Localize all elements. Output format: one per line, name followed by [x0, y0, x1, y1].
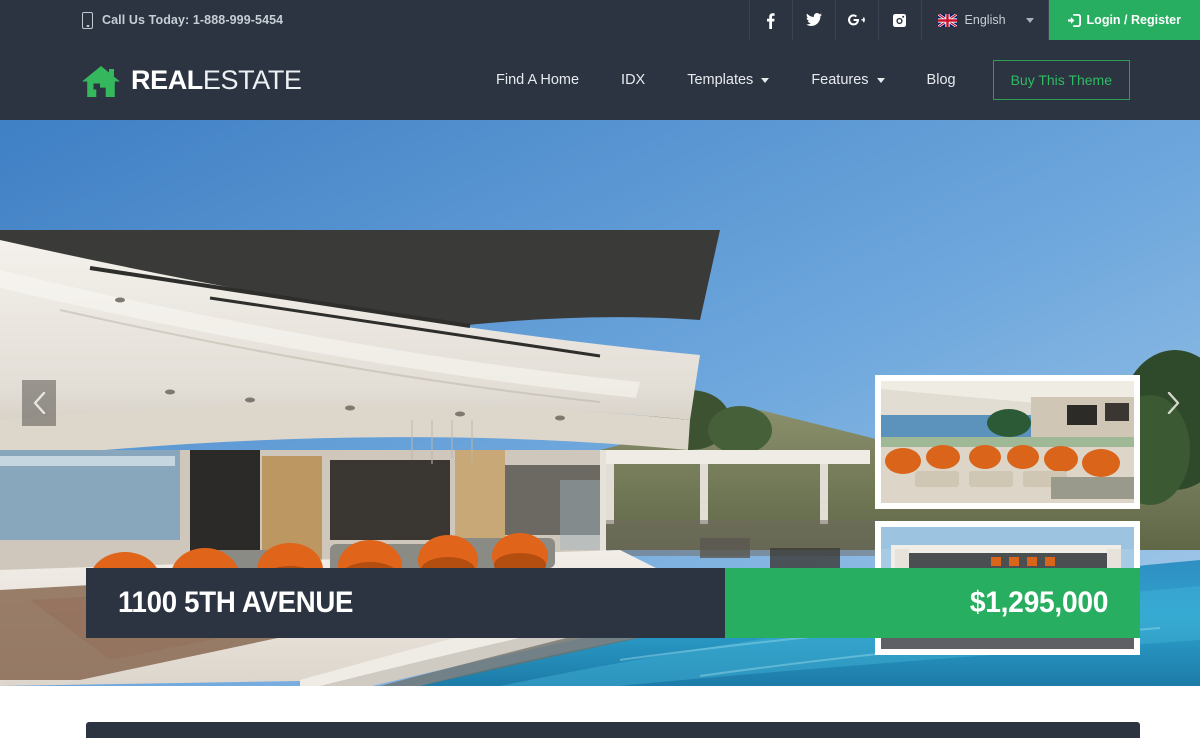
mobile-phone-icon [82, 11, 93, 29]
property-info-bar: 1100 5TH AVENUE $1,295,000 [86, 568, 1140, 638]
nav-label: Blog [926, 72, 956, 88]
phone-text: Call Us Today: 1-888-999-5454 [102, 13, 284, 27]
nav-item-blog[interactable]: Blog [906, 72, 977, 88]
property-title: 1100 5TH AVENUE [118, 586, 354, 619]
buy-this-theme-button[interactable]: Buy This Theme [992, 60, 1130, 100]
uk-flag-icon [937, 13, 957, 27]
slider-prev-button[interactable] [22, 380, 56, 426]
login-register-button[interactable]: Login / Register [1048, 0, 1200, 40]
twitter-icon[interactable] [791, 0, 835, 40]
nav-item-features[interactable]: Features [790, 72, 905, 88]
property-search-bar[interactable] [86, 722, 1140, 738]
topbar-left-group: Call Us Today: 1-888-999-5454 [0, 0, 283, 40]
nav-label: Templates [687, 72, 754, 88]
chevron-down-icon [761, 77, 770, 83]
call-us-block: Call Us Today: 1-888-999-5454 [82, 11, 284, 29]
property-price: $1,295,000 [969, 586, 1109, 619]
topbar-right-group: English Login / Register [748, 0, 1200, 40]
slider-next-button[interactable] [1156, 380, 1190, 426]
nav-label: Features [811, 72, 869, 88]
sign-in-icon [1067, 13, 1081, 27]
thumbnail-image [881, 381, 1134, 503]
google-plus-icon[interactable] [834, 0, 878, 40]
instagram-icon[interactable] [877, 0, 921, 40]
chevron-right-icon [1167, 392, 1179, 414]
logo-text-light: ESTATE [202, 64, 302, 95]
nav-item-idx[interactable]: IDX [600, 72, 666, 88]
main-navigation: Find A Home IDX Templates Features Blog … [475, 60, 1130, 100]
login-register-label: Login / Register [1086, 13, 1181, 27]
thumbnail-interior-lounge[interactable] [875, 375, 1140, 509]
chevron-down-icon [1025, 17, 1034, 23]
property-title-block[interactable]: 1100 5TH AVENUE [86, 568, 725, 638]
language-selector[interactable]: English [920, 0, 1049, 40]
nav-item-find-a-home[interactable]: Find A Home [475, 72, 600, 88]
nav-item-templates[interactable]: Templates [666, 72, 790, 88]
language-label: English [964, 13, 1006, 27]
nav-label: Find A Home [496, 72, 580, 88]
site-logo[interactable]: REALESTATE [82, 64, 302, 97]
hero-slider: 1100 5TH AVENUE $1,295,000 [0, 120, 1200, 686]
below-hero-section [0, 686, 1200, 738]
nav-label: IDX [621, 72, 646, 88]
top-utility-bar: Call Us Today: 1-888-999-5454 English Lo… [0, 0, 1200, 40]
property-price-block[interactable]: $1,295,000 [725, 568, 1140, 638]
facebook-icon[interactable] [748, 0, 792, 40]
main-header: REALESTATE Find A Home IDX Templates Fea… [0, 40, 1200, 120]
chevron-down-icon [876, 77, 885, 83]
logo-text-bold: REAL [131, 64, 203, 95]
chevron-left-icon [33, 392, 45, 414]
logo-text: REALESTATE [131, 64, 302, 95]
house-icon [82, 64, 120, 97]
